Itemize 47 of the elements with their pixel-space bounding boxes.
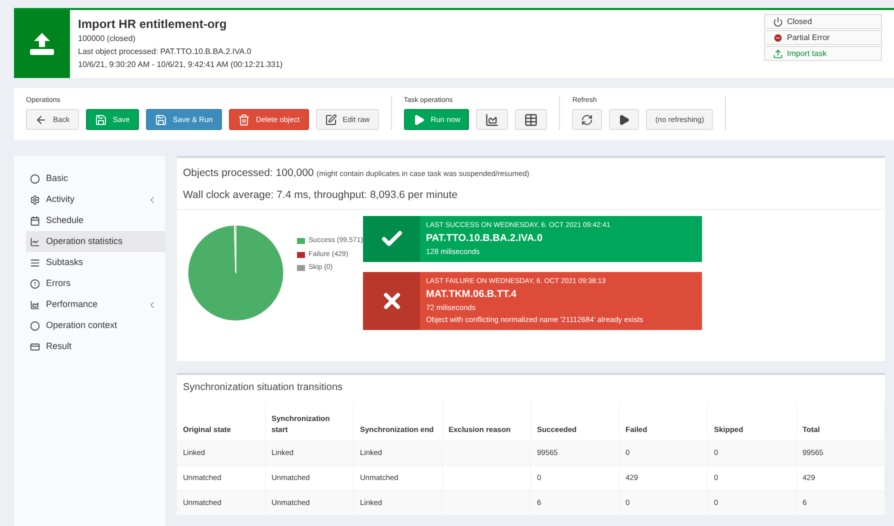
area-chart-icon <box>485 112 500 126</box>
upload-icon <box>773 48 783 58</box>
task-title: Import HR entitlement-org <box>78 16 228 32</box>
alert-icon <box>30 278 40 288</box>
task-detail: 100000 (closed) <box>78 33 136 45</box>
sidebar-item[interactable]: Subtasks <box>26 252 165 273</box>
circle-icon <box>30 320 40 330</box>
wall-clock-average: Wall clock average: 7.4 ms, throughput: 8,093.6 per minute <box>183 188 459 203</box>
panel-title: Synchronization situation transitions <box>182 381 344 395</box>
icon-button[interactable] <box>572 109 602 130</box>
minus-circle-icon <box>773 32 783 42</box>
sidebar-item[interactable]: Basic <box>26 168 165 189</box>
area-chart-icon <box>30 300 40 310</box>
sidebar-item[interactable]: Operation context <box>26 315 165 336</box>
calendar-icon <box>30 216 40 226</box>
play-icon <box>618 114 630 126</box>
table-icon <box>524 112 538 126</box>
circle-icon <box>30 174 40 184</box>
sidebar-item[interactable]: Result <box>26 336 165 357</box>
line-chart-icon <box>30 236 40 246</box>
status-label: Import task <box>764 46 882 61</box>
upload-tray-icon <box>29 32 55 56</box>
floppy-icon <box>154 114 167 126</box>
icon-button[interactable] <box>476 109 508 130</box>
outcome-object: PAT.TTO.10.B.BA.2.IVA.0 <box>426 232 544 246</box>
status-label: Partial Error <box>764 30 882 45</box>
icon-button[interactable] <box>515 109 548 130</box>
sidebar-item[interactable]: Schedule <box>26 210 165 231</box>
floppy-icon <box>94 114 107 126</box>
list-icon <box>30 258 40 268</box>
back-arrow-icon <box>35 114 47 126</box>
sidebar-item[interactable]: Activity <box>26 189 165 210</box>
task-detail: Last object processed: PAT.TTO.10.B.BA.2.IVA.0 <box>78 46 252 58</box>
sidebar-item[interactable]: Operation statistics <box>26 231 165 252</box>
sidebar-item[interactable]: Errors <box>26 273 165 294</box>
play-icon <box>412 114 425 126</box>
gear-icon <box>30 194 40 204</box>
power-icon <box>773 16 783 26</box>
sidebar-item[interactable]: Performance <box>26 294 165 315</box>
icon-button[interactable] <box>609 109 640 130</box>
outcome-object: MAT.TKM.06.B.TT.4 <box>426 288 518 302</box>
edit-icon <box>324 114 337 126</box>
status-label: Closed <box>764 14 882 29</box>
card-icon <box>30 342 40 352</box>
task-detail: 10/6/21, 9:30:20 AM - 10/6/21, 9:42:41 AM (00:12:21.331) <box>78 59 284 71</box>
trash-icon <box>238 114 250 126</box>
refresh-icon <box>581 114 594 126</box>
